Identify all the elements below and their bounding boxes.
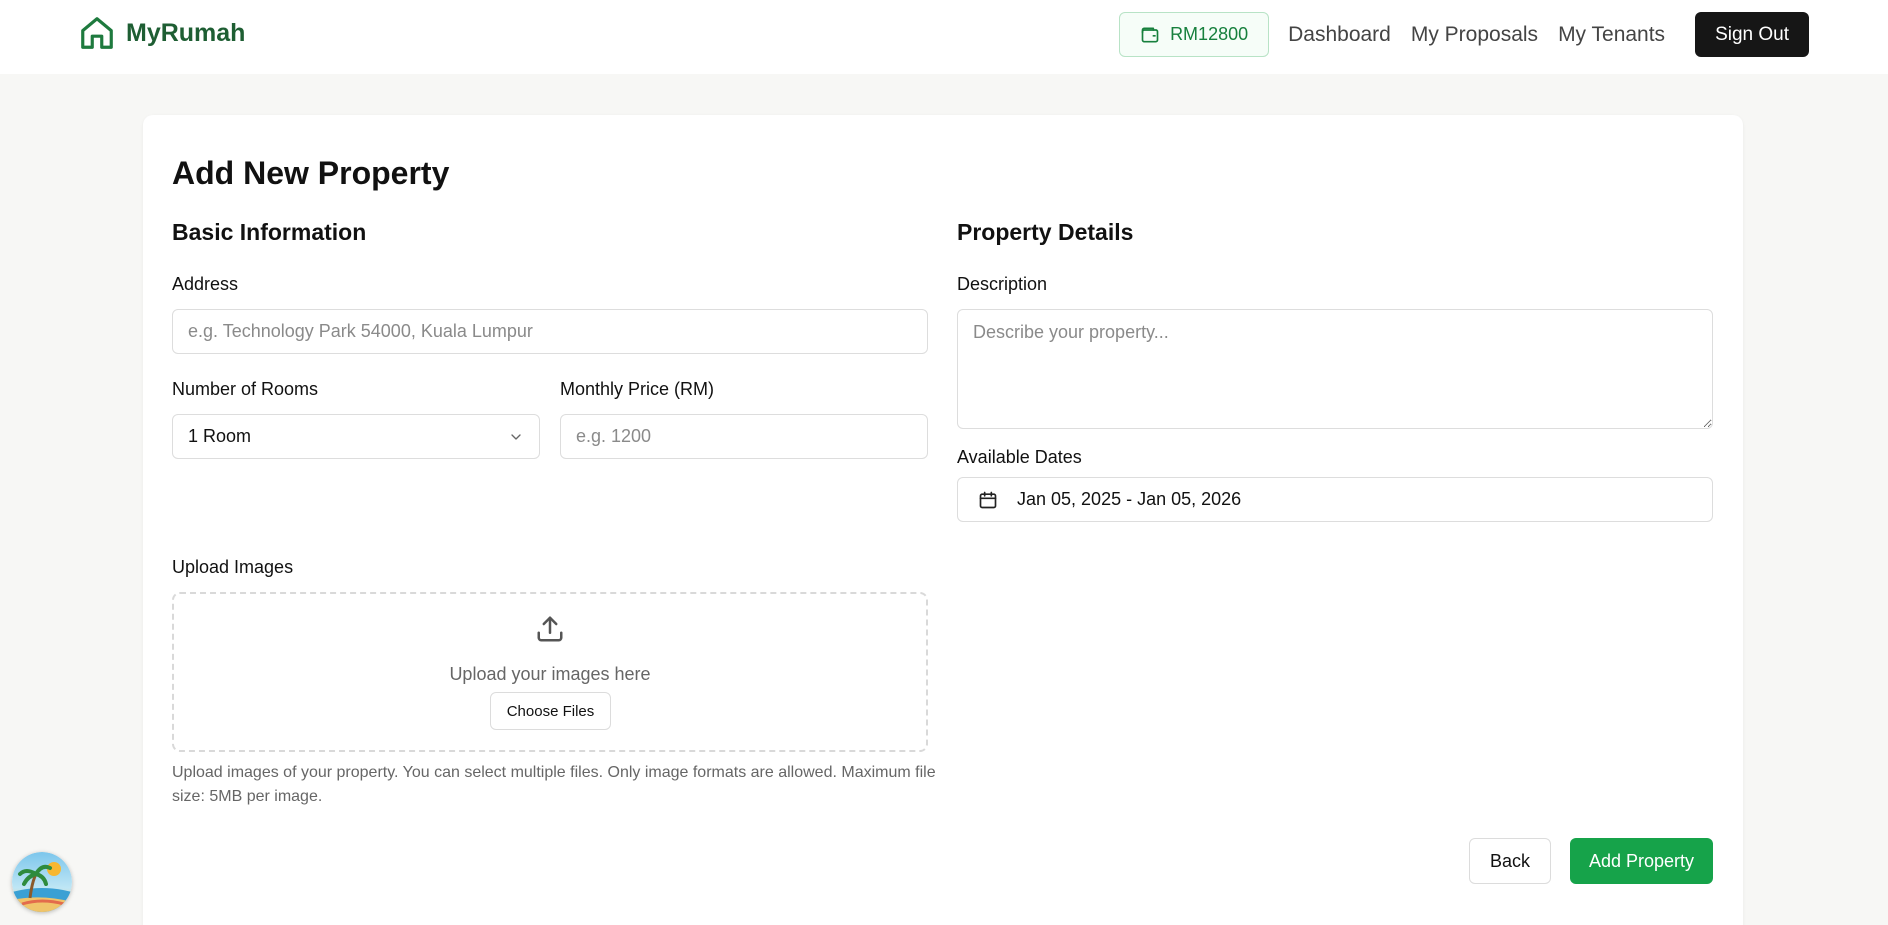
home-icon <box>81 17 113 49</box>
rooms-select-value: 1 Room <box>188 426 252 446</box>
wallet-icon <box>1141 27 1159 42</box>
description-textarea[interactable] <box>957 309 1713 429</box>
chevron-down-icon <box>511 433 521 440</box>
rooms-select[interactable]: 1 Room <box>172 414 540 459</box>
nav-my-tenants[interactable]: My Tenants <box>1558 23 1665 47</box>
upload-label: Upload Images <box>172 557 294 577</box>
date-range-picker[interactable]: Jan 05, 2025 - Jan 05, 2026 <box>957 477 1713 522</box>
back-button[interactable]: Back <box>1469 838 1551 884</box>
property-details-heading: Property Details <box>957 219 1134 245</box>
image-dropzone[interactable]: Upload your images here Choose Files <box>172 592 928 752</box>
rooms-label: Number of Rooms <box>172 379 319 399</box>
price-input[interactable] <box>560 414 928 459</box>
add-property-button[interactable]: Add Property <box>1570 838 1713 884</box>
address-label: Address <box>172 274 239 294</box>
dropzone-text: Upload your images here <box>449 664 651 684</box>
top-navbar: MyRumah RM12800 Dashboard My Proposals M… <box>0 0 1888 74</box>
address-input[interactable] <box>172 309 928 354</box>
calendar-icon <box>979 491 997 508</box>
description-label: Description <box>957 274 1048 294</box>
date-range-value: Jan 05, 2025 - Jan 05, 2026 <box>1017 489 1242 509</box>
choose-files-button[interactable]: Choose Files <box>490 692 611 730</box>
wallet-balance-badge[interactable]: RM12800 <box>1119 12 1270 57</box>
upload-hint: Upload images of your property. You can … <box>172 764 936 805</box>
upload-icon <box>537 616 563 642</box>
nav-dashboard[interactable]: Dashboard <box>1288 23 1391 47</box>
page-title: Add New Property <box>172 155 450 191</box>
brand-name: MyRumah <box>126 18 246 47</box>
price-label: Monthly Price (RM) <box>560 379 715 399</box>
add-property-card: Add New Property Basic Information Prope… <box>143 115 1743 925</box>
wallet-balance: RM12800 <box>1170 24 1249 44</box>
nav-my-proposals[interactable]: My Proposals <box>1411 23 1538 47</box>
nav-bar: RM12800 Dashboard My Proposals My Tenant… <box>1119 12 1809 57</box>
basic-info-heading: Basic Information <box>172 219 367 245</box>
brand-logo[interactable]: MyRumah <box>78 14 245 52</box>
floating-avatar-button[interactable] <box>12 852 72 912</box>
beach-avatar-icon <box>12 852 72 912</box>
sign-out-button[interactable]: Sign Out <box>1695 12 1809 57</box>
available-dates-label: Available Dates <box>957 447 1082 467</box>
